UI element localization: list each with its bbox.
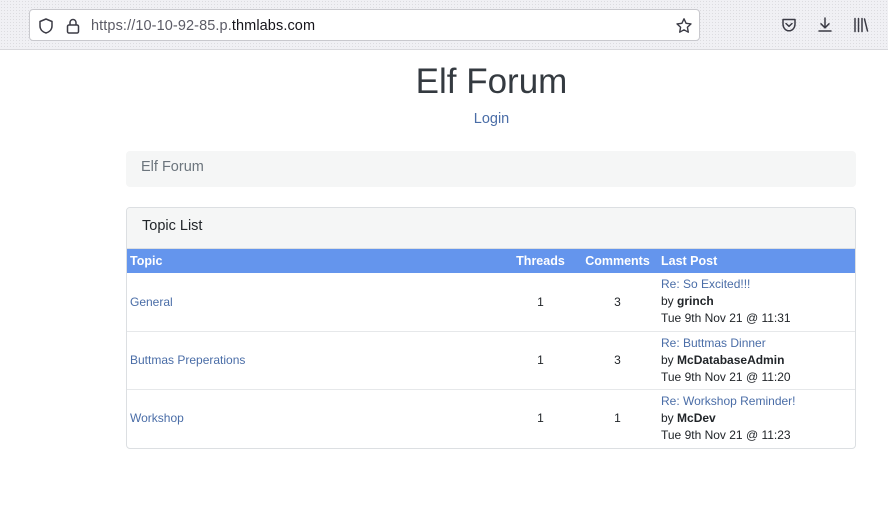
url-domain: thmlabs.com: [231, 18, 316, 34]
by-label: by: [661, 294, 674, 309]
column-header-last-post: Last Post: [661, 254, 718, 268]
threads-count: 1: [537, 294, 544, 309]
topic-link[interactable]: Workshop: [130, 411, 184, 425]
comments-count: 3: [614, 294, 621, 309]
breadcrumb-item-home: Elf Forum: [141, 159, 204, 175]
column-header-threads: Threads: [516, 254, 565, 268]
last-post-author: by McDatabaseAdmin: [661, 352, 852, 369]
browser-toolbar: https://10-10-92-85.p.thmlabs.com: [0, 0, 888, 50]
last-post-date: Tue 9th Nov 21 @ 11:23: [661, 427, 791, 442]
topic-list-header: Topic List: [127, 208, 855, 249]
topic-link[interactable]: General: [130, 295, 173, 309]
last-post-link[interactable]: Re: Workshop Reminder!: [661, 393, 852, 410]
comments-count: 1: [614, 411, 621, 426]
last-post-author: by McDev: [661, 410, 852, 427]
site-title: Elf Forum: [415, 62, 568, 101]
download-icon[interactable]: [816, 16, 834, 34]
last-post-author: by grinch: [661, 293, 852, 310]
table-header-row: Topic Threads Comments Last Post: [127, 249, 855, 273]
author-name: McDev: [677, 410, 716, 425]
pocket-icon[interactable]: [780, 16, 798, 34]
topic-link[interactable]: Buttmas Preperations: [130, 353, 245, 367]
table-row: General 1 3 Re: So Excited!!! by grinch …: [127, 273, 855, 331]
table-row: Buttmas Preperations 1 3 Re: Buttmas Din…: [127, 331, 855, 389]
last-post-date: Tue 9th Nov 21 @ 11:20: [661, 369, 791, 384]
last-post-cell: Re: Buttmas Dinner by McDatabaseAdmin Tu…: [658, 331, 855, 389]
comments-count: 3: [614, 353, 621, 367]
author-name: McDatabaseAdmin: [677, 352, 785, 367]
url-bar[interactable]: https://10-10-92-85.p.thmlabs.com: [29, 9, 700, 41]
column-header-comments: Comments: [585, 254, 650, 268]
last-post-link[interactable]: Re: So Excited!!!: [661, 276, 852, 293]
topic-list-card: Topic List Topic Threads Comments Last P…: [126, 207, 856, 449]
by-label: by: [661, 352, 674, 367]
shield-icon[interactable]: [37, 17, 55, 35]
threads-count: 1: [537, 353, 544, 367]
url-text[interactable]: https://10-10-92-85.p.thmlabs.com: [91, 17, 315, 35]
topic-table: Topic Threads Comments Last Post General…: [127, 249, 855, 447]
last-post-cell: Re: So Excited!!! by grinch Tue 9th Nov …: [658, 273, 855, 331]
last-post-cell: Re: Workshop Reminder! by McDev Tue 9th …: [658, 389, 855, 447]
star-icon[interactable]: [675, 17, 693, 35]
threads-count: 1: [537, 411, 544, 426]
library-icon[interactable]: [852, 16, 870, 34]
breadcrumb: Elf Forum: [126, 151, 856, 187]
table-row: Workshop 1 1 Re: Workshop Reminder! by M…: [127, 389, 855, 447]
last-post-link[interactable]: Re: Buttmas Dinner: [661, 335, 852, 352]
login-link[interactable]: Login: [0, 110, 888, 128]
url-prefix: https://10-10-92-85.p.: [91, 18, 232, 34]
lock-icon[interactable]: [64, 17, 82, 35]
by-label: by: [661, 410, 674, 425]
author-name: grinch: [677, 294, 714, 309]
column-header-topic: Topic: [130, 254, 163, 268]
last-post-date: Tue 9th Nov 21 @ 11:31: [661, 311, 791, 326]
